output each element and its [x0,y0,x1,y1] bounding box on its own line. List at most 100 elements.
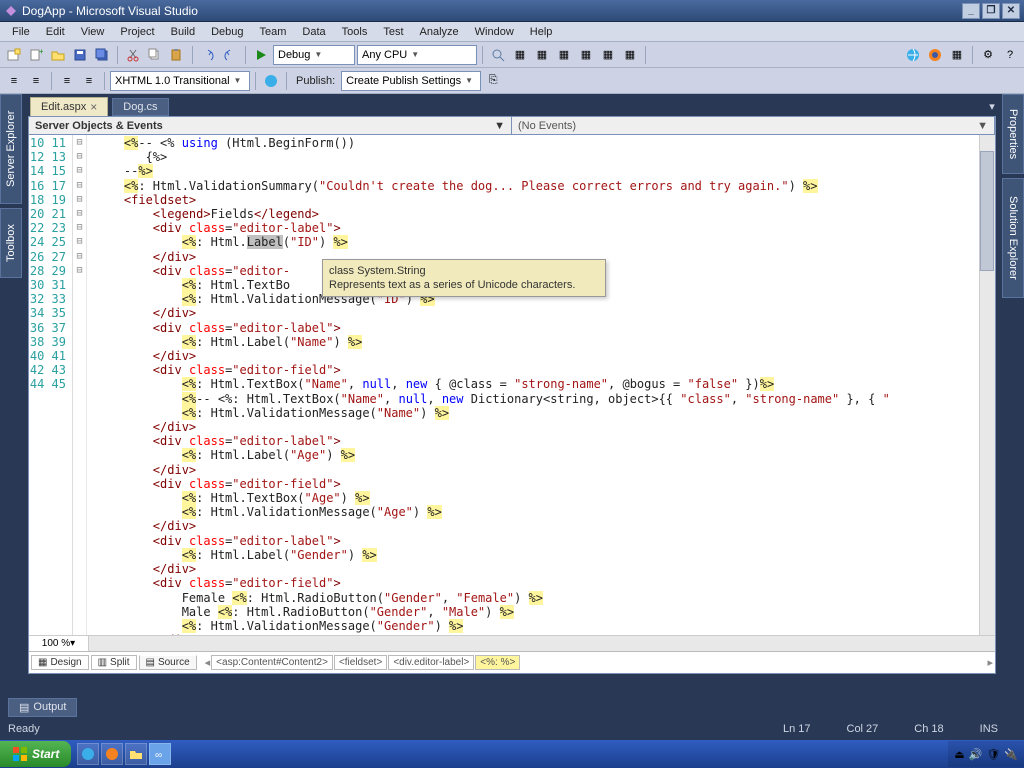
ie-icon[interactable] [903,45,923,65]
taskbar-vs-icon[interactable]: ∞ [149,743,171,765]
horizontal-scrollbar[interactable]: 100 % ▾ [29,635,995,651]
close-button[interactable]: ✕ [1002,3,1020,19]
breadcrumb-item[interactable]: <div.editor-label> [388,655,474,670]
code-editor: Server Objects & Events▼ (No Events)▼ 10… [28,116,996,674]
zoom-level[interactable]: 100 % ▾ [29,636,89,651]
paste-icon[interactable] [167,45,187,65]
view-tabs: ▦ Design ▥ Split ▤ Source ◂ <asp:Content… [29,651,995,673]
intellisense-tooltip: class System.String Represents text as a… [322,259,606,297]
events-dropdown[interactable]: (No Events)▼ [512,117,995,134]
menu-build[interactable]: Build [163,24,203,40]
windows-taskbar: Start ∞ ⏏🔊🛡🔌 [0,740,1024,768]
settings-icon[interactable]: ⚙ [978,45,998,65]
cut-icon[interactable] [123,45,143,65]
outdent-icon[interactable]: ≡ [4,71,24,91]
properties-tab[interactable]: Properties [1002,94,1024,174]
menu-tools[interactable]: Tools [334,24,376,40]
publish-combo[interactable]: Create Publish Settings▼ [341,71,481,91]
indent-icon[interactable]: ≡ [26,71,46,91]
status-ready: Ready [8,723,40,735]
copy-icon[interactable] [145,45,165,65]
toolbar-icon[interactable]: ▦ [554,45,574,65]
breadcrumb-item[interactable]: <fieldset> [334,655,387,670]
taskbar-folder-icon[interactable] [125,743,147,765]
toolbar-icon[interactable]: ▦ [947,45,967,65]
system-tray[interactable]: ⏏🔊🛡🔌 [948,741,1024,767]
file-tab[interactable]: Dog.cs [112,98,168,116]
minimize-button[interactable]: _ [962,3,980,19]
validate-icon[interactable] [261,71,281,91]
status-col: Col 27 [829,723,897,735]
window-title: DogApp - Microsoft Visual Studio [22,4,198,18]
open-icon[interactable] [48,45,68,65]
split-view-tab[interactable]: ▥ Split [91,655,137,670]
taskbar-ie-icon[interactable] [77,743,99,765]
server-explorer-tab[interactable]: Server Explorer [0,94,22,204]
status-ch: Ch 18 [896,723,961,735]
menu-test[interactable]: Test [375,24,411,40]
help-icon[interactable]: ? [1000,45,1020,65]
firefox-icon[interactable] [925,45,945,65]
code-text-area[interactable]: <%-- <% using (Html.BeginForm()) {%> --%… [87,135,979,635]
fold-gutter[interactable]: ⊟ ⊟ ⊟ ⊟ ⊟ ⊟ ⊟ ⊟ ⊟ ⊟ [73,135,87,635]
undo-icon[interactable] [198,45,218,65]
breadcrumb-item[interactable]: <asp:Content#Content2> [211,655,333,670]
title-bar: DogApp - Microsoft Visual Studio _ ❐ ✕ [0,0,1024,22]
menu-file[interactable]: File [4,24,38,40]
toolbar-icon[interactable]: ▦ [576,45,596,65]
menu-analyze[interactable]: Analyze [412,24,467,40]
menu-debug[interactable]: Debug [203,24,251,40]
configuration-combo[interactable]: Debug▼ [273,45,355,65]
toolbar-icon[interactable]: ▦ [620,45,640,65]
status-ins: INS [962,723,1016,735]
menu-project[interactable]: Project [112,24,162,40]
output-tab[interactable]: ▤ Output [8,698,77,717]
vs-icon [4,4,18,18]
save-all-icon[interactable] [92,45,112,65]
menu-help[interactable]: Help [522,24,561,40]
start-debug-button[interactable] [251,45,271,65]
file-tab-active[interactable]: Edit.aspx× [30,97,108,116]
bottom-tool-strip: ▤ Output [0,696,1024,718]
publish-button-icon[interactable]: ⎘ [483,71,503,91]
publish-label: Publish: [292,75,339,87]
close-icon[interactable]: × [90,100,97,114]
tab-dropdown-icon[interactable]: ▾ [982,96,1002,116]
source-view-tab[interactable]: ▤ Source [139,655,197,670]
redo-icon[interactable] [220,45,240,65]
uncomment-icon[interactable]: ≡ [79,71,99,91]
toolbar-icon[interactable]: ▦ [532,45,552,65]
start-button[interactable]: Start [0,741,71,767]
status-bar: Ready Ln 17 Col 27 Ch 18 INS [0,718,1024,740]
comment-icon[interactable]: ≡ [57,71,77,91]
add-item-icon[interactable]: + [26,45,46,65]
menu-edit[interactable]: Edit [38,24,73,40]
platform-combo[interactable]: Any CPU▼ [357,45,477,65]
line-number-gutter: 10 11 12 13 14 15 16 17 18 19 20 21 22 2… [29,135,73,635]
restore-button[interactable]: ❐ [982,3,1000,19]
status-line: Ln 17 [765,723,829,735]
object-dropdown[interactable]: Server Objects & Events▼ [29,117,512,134]
menu-team[interactable]: Team [252,24,295,40]
toolbar-icon[interactable]: ▦ [598,45,618,65]
menu-bar: FileEditViewProjectBuildDebugTeamDataToo… [0,22,1024,42]
svg-text:∞: ∞ [155,750,162,761]
breadcrumb-item[interactable]: <%: %> [475,655,520,670]
menu-view[interactable]: View [73,24,113,40]
toolbox-tab[interactable]: Toolbox [0,208,22,278]
taskbar-firefox-icon[interactable] [101,743,123,765]
doctype-combo[interactable]: XHTML 1.0 Transitional▼ [110,71,250,91]
design-view-tab[interactable]: ▦ Design [31,655,89,670]
vertical-scrollbar[interactable] [979,135,995,635]
menu-data[interactable]: Data [294,24,333,40]
breadcrumb-strip: ◂ <asp:Content#Content2> <fieldset> <div… [205,655,993,670]
svg-text:+: + [39,48,43,56]
find-icon[interactable] [488,45,508,65]
toolbar-main: + Debug▼ Any CPU▼ ▦ ▦ ▦ ▦ ▦ ▦ ▦ ⚙ ? [0,42,1024,68]
menu-window[interactable]: Window [467,24,522,40]
new-project-icon[interactable] [4,45,24,65]
save-icon[interactable] [70,45,90,65]
toolbar-icon[interactable]: ▦ [510,45,530,65]
file-tab-strip: Edit.aspx× Dog.cs ▾ [22,94,1002,116]
solution-explorer-tab[interactable]: Solution Explorer [1002,178,1024,298]
